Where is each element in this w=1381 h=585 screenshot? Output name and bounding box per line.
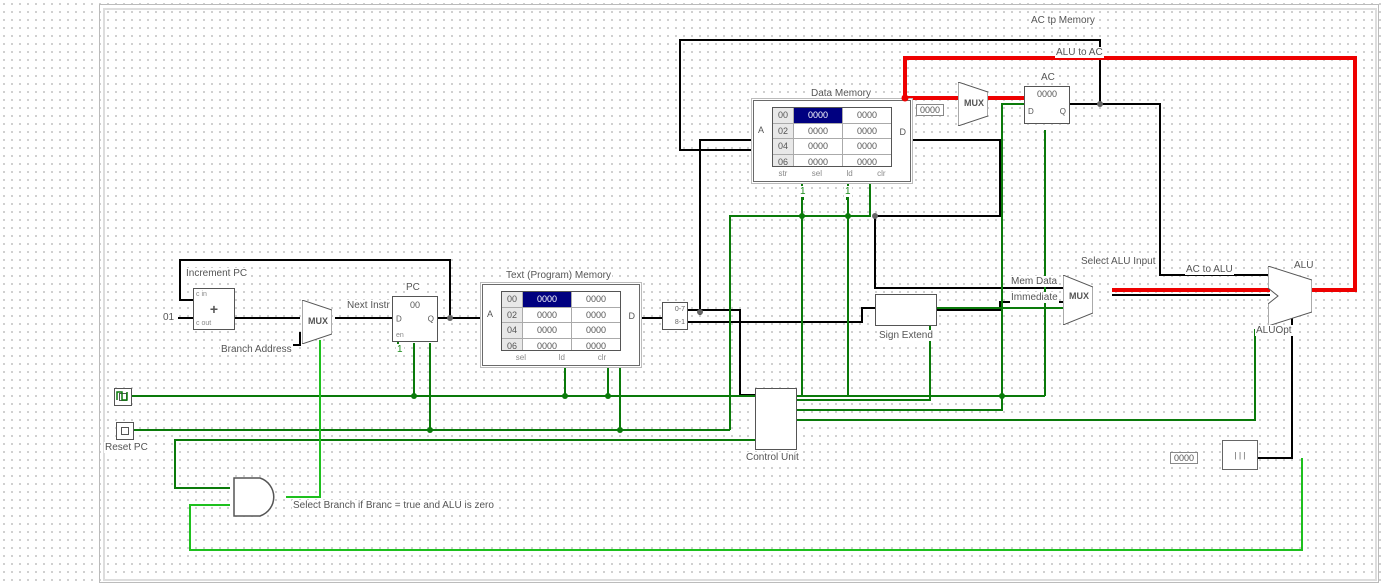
pc-register-q-port: Q: [428, 315, 434, 324]
pc-incrementer[interactable]: c in + c out: [193, 288, 235, 330]
ac-mux-side-input-value: 0000: [916, 104, 944, 116]
ac-register[interactable]: 0000 D Q: [1024, 86, 1070, 124]
label-aluopt: ALUOpt: [1255, 325, 1293, 336]
data-memory-rows: 0000000000 0200000000 0400000000 0600000…: [772, 107, 892, 167]
splitter-hi-range: 0-7: [675, 306, 685, 313]
data-memory-d-port: D: [900, 127, 907, 137]
branch-and-gate[interactable]: [232, 476, 286, 518]
plus-icon: +: [210, 301, 218, 317]
ac-register-value: 0000: [1025, 89, 1069, 99]
bus-splitter[interactable]: 0-7 8-1: [662, 302, 688, 330]
junction-dot-red: [902, 95, 909, 102]
ac-register-q-port: Q: [1060, 107, 1066, 116]
label-data-memory: Data Memory: [810, 88, 872, 99]
junction-dot-green: [999, 393, 1005, 399]
data-memory-a-port: A: [758, 125, 764, 135]
text-memory-bottom-ports: sel ld clr: [483, 353, 639, 365]
data-memory-block[interactable]: A D 0000000000 0200000000 0400000000 060…: [753, 100, 911, 182]
label-immediate: Immediate: [1010, 292, 1059, 303]
ac-input-mux[interactable]: MUX: [958, 82, 988, 126]
junction-dot-green: [845, 213, 851, 219]
junction-dot: [1097, 101, 1103, 107]
selection-outline-outer: [99, 4, 1379, 583]
label-ac: AC: [1040, 72, 1056, 83]
junction-dot-green: [605, 393, 611, 399]
junction-dot-green: [411, 393, 417, 399]
text-memory-a-port: A: [487, 309, 493, 319]
pc-register-value: 00: [393, 300, 437, 310]
label-select-alu-input: Select ALU Input: [1080, 256, 1157, 267]
label-mem-data: Mem Data: [1010, 276, 1058, 287]
const-one-dm-ld: 1: [844, 186, 852, 197]
selection-outline-inner: [103, 8, 1377, 581]
pc-register-d-port: D: [396, 315, 402, 324]
label-alu-to-ac: ALU to AC: [1055, 47, 1104, 58]
label-control-unit: Control Unit: [745, 452, 800, 463]
pc-input-mux-label: MUX: [308, 316, 328, 326]
data-memory-bottom-ports: str sel ld clr: [754, 169, 910, 181]
junction-dot-green: [562, 393, 568, 399]
pc-input-mux[interactable]: MUX: [302, 300, 332, 344]
alu-input-mux-label: MUX: [1069, 291, 1089, 301]
label-sign-extend: Sign Extend: [878, 330, 934, 341]
label-branch-condition: Select Branch if Branc = true and ALU is…: [292, 500, 495, 511]
pc-register-en-port: en: [396, 332, 404, 339]
const-one-dm-sel: 1: [799, 186, 807, 197]
label-reset-pc: Reset PC: [104, 442, 149, 453]
label-ac-to-alu: AC to ALU: [1185, 264, 1234, 275]
junction-dot-green: [617, 427, 623, 433]
ac-register-d-port: D: [1028, 107, 1034, 116]
incrementer-cout: c out: [196, 320, 211, 327]
alu-input-mux[interactable]: MUX: [1063, 275, 1093, 325]
junction-dot-green: [427, 427, 433, 433]
control-unit-block[interactable]: [755, 388, 797, 450]
pc-register[interactable]: 00 D Q en: [392, 296, 438, 342]
output-display-bars: | | |: [1235, 451, 1246, 460]
diagram-canvas[interactable]: AC tp Memory ALU to AC AC MUX 0000 0000 …: [0, 0, 1381, 585]
text-memory-block[interactable]: A D 0000000000 0200000000 0400000000 060…: [482, 284, 640, 366]
reset-input-pad[interactable]: [116, 422, 134, 440]
junction-dot: [447, 315, 453, 321]
junction-dot-green: [799, 213, 805, 219]
splitter-lo-range: 8-1: [675, 319, 685, 326]
incrementer-cin: c in: [196, 291, 207, 298]
const-one-pc-en: 1: [396, 344, 404, 355]
label-increment-pc: Increment PC: [185, 268, 248, 279]
alu-output-value: 0000: [1170, 452, 1198, 464]
junction-dot: [872, 213, 878, 219]
alu-block[interactable]: [1268, 266, 1312, 326]
output-display[interactable]: | | |: [1222, 440, 1258, 470]
label-ac-to-memory: AC tp Memory: [1030, 15, 1096, 26]
text-memory-rows: 0000000000 0200000000 0400000000 0600000…: [501, 291, 621, 351]
label-text-memory: Text (Program) Memory: [505, 270, 612, 281]
label-next-instr: Next Instr: [346, 300, 391, 311]
label-branch-address: Branch Address: [220, 344, 293, 355]
const-one-increment: 01: [162, 312, 175, 323]
ac-input-mux-label: MUX: [964, 98, 984, 108]
label-pc: PC: [405, 282, 421, 293]
clock-input-pad[interactable]: [114, 388, 132, 406]
text-memory-d-port: D: [629, 311, 636, 321]
junction-dot: [697, 309, 703, 315]
sign-extend-block[interactable]: [875, 294, 937, 326]
